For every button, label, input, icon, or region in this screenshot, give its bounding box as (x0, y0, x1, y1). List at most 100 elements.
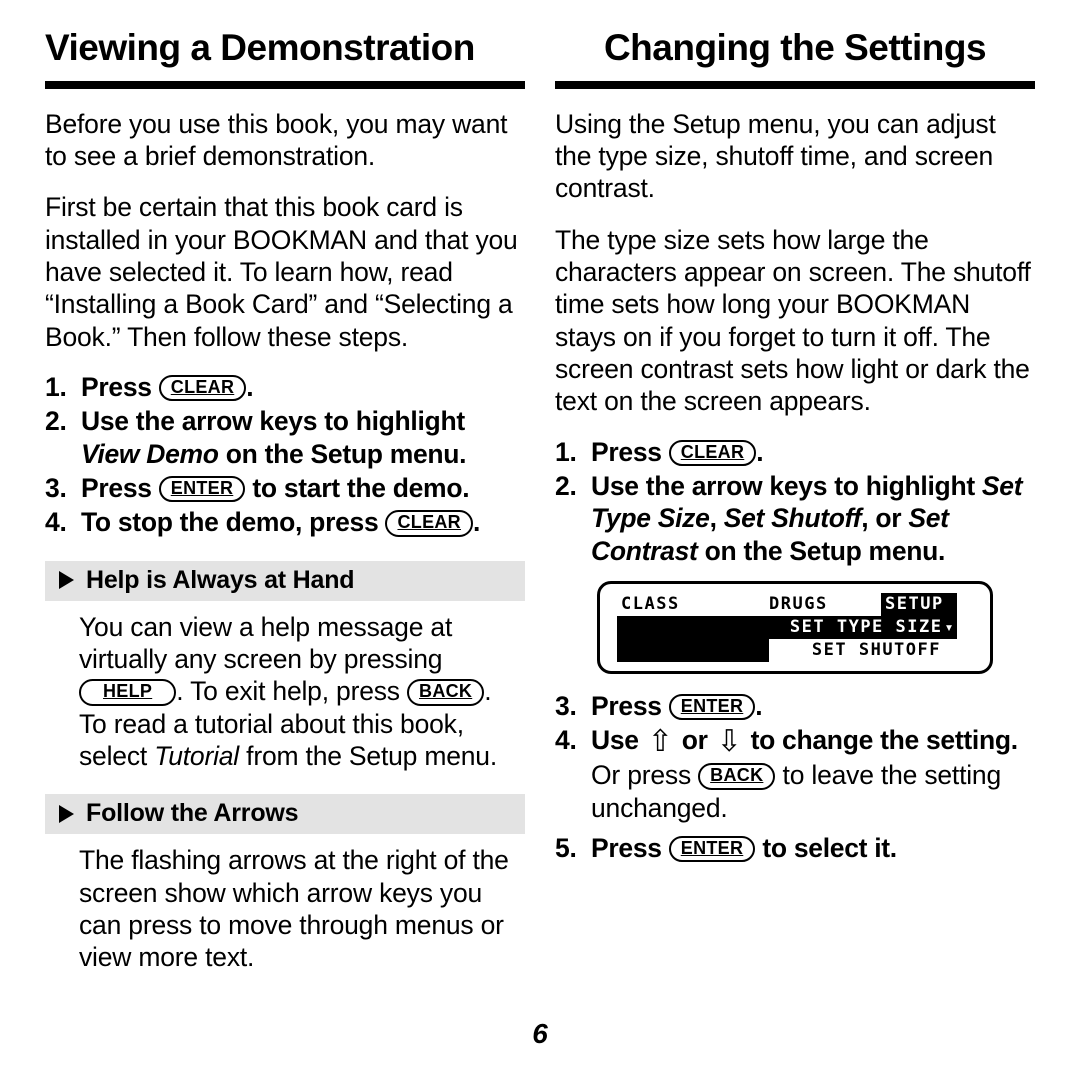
key-clear[interactable]: CLEAR (385, 510, 473, 537)
lcd-menu-item: SET SHUTOFF (769, 638, 957, 662)
lcd-menu-item-highlighted: SET TYPE SIZE ▾ (769, 615, 957, 639)
triangle-bullet-icon (59, 571, 74, 590)
section-body-help: You can view a help message at virtually… (45, 601, 525, 773)
key-label: CLEAR (397, 512, 461, 533)
step-text-post: to start the demo. (245, 472, 470, 503)
text-run: , (709, 503, 724, 534)
step-number: 5. (555, 832, 577, 863)
step-text: Use the arrow keys to highlight (81, 406, 465, 437)
step-number: 3. (45, 472, 67, 503)
section-header-label: Help is Always at Hand (86, 565, 355, 594)
triangle-bullet-icon (59, 804, 74, 823)
section-header-help-is-always-at-hand: Help is Always at Hand (45, 560, 525, 601)
key-label: BACK (710, 765, 764, 786)
section-header-follow-the-arrows: Follow the Arrows (45, 794, 525, 835)
step-text-post: . (756, 436, 764, 467)
lcd-menu-item-label: SET TYPE SIZE (789, 617, 943, 638)
steps-list-left: 1. Press CLEAR. 2. Use the arrow keys to h… (45, 353, 525, 539)
key-label: ENTER (170, 477, 234, 498)
step-item: 1. Press CLEAR. (555, 436, 1035, 468)
step-text: Use (591, 725, 646, 756)
left-column: Viewing a Demonstration Before you use t… (45, 27, 525, 974)
text-run: You can view a help message at virtually… (79, 611, 453, 674)
key-enter[interactable]: ENTER (668, 693, 756, 721)
key-enter[interactable]: ENTER (668, 835, 756, 863)
paragraph-settings-1: Using the Setup menu, you can adjust the… (555, 108, 996, 204)
step-item: 3. Press ENTER to start the demo. (45, 472, 525, 504)
substep-or-press-back: Or press BACK to leave the setting uncha… (555, 759, 1035, 824)
step-text-post: on the Setup menu. (218, 438, 467, 469)
step-text-post: to change the setting. (743, 725, 1019, 756)
section-body-arrows: The flashing arrows at the right of the … (79, 845, 509, 973)
step-item: 4. To stop the demo, press CLEAR. (45, 506, 525, 538)
chevron-down-icon: ▾ (944, 618, 955, 637)
step-text: Press (81, 371, 159, 402)
step-item: 4. Use ⇧ or ⇩ to change the setting. (555, 724, 1035, 757)
steps-list-right-before-lcd: 1. Press CLEAR. 2. Use the arrow keys to h… (555, 418, 1035, 567)
step-item: 1. Press CLEAR. (45, 371, 525, 403)
step-number: 1. (555, 436, 577, 467)
key-clear[interactable]: CLEAR (158, 374, 247, 402)
steps-list-right-final: 5. Press ENTER to select it. (555, 824, 1035, 864)
lcd-menu-row-set-shutoff: SET SHUTOFF (769, 638, 957, 662)
key-label: CLEAR (170, 376, 235, 397)
text-run: or (674, 725, 715, 756)
step-text: Press (591, 832, 669, 863)
step-text: Press (81, 472, 159, 503)
step-text-post: . (755, 690, 763, 721)
key-label: BACK (419, 681, 473, 702)
lcd-menu-row-set-type-size: SET TYPE SIZE ▾ (769, 615, 957, 639)
step-text-post: on the Setup menu. (697, 535, 946, 566)
step-number: 2. (555, 470, 577, 501)
page-title-right: Changing the Settings (603, 27, 987, 68)
step-item: 5. Press ENTER to select it. (555, 832, 1035, 864)
step-text-post: . (246, 371, 254, 402)
step-number: 4. (555, 725, 577, 756)
step-number: 2. (45, 406, 67, 437)
key-back[interactable]: BACK (698, 763, 776, 790)
arrow-down-icon: ⇩ (716, 725, 742, 759)
step-item: 3. Press ENTER. (555, 690, 1035, 722)
step-text: Press (591, 690, 669, 721)
step-text: Use the arrow keys to highlight (591, 470, 982, 501)
step-item: 2. Use the arrow keys to highlight Set Ty… (555, 470, 1035, 567)
key-label: HELP (103, 681, 153, 702)
steps-list-right-after-lcd: 3. Press ENTER. 4. Use ⇧ or ⇩ to change th… (555, 674, 1035, 757)
lcd-tab-bar: CLASS DRUGS SETUP (617, 592, 957, 616)
title-rule-right (555, 80, 1035, 89)
paragraph-intro-1: Before you use this book, you may want t… (45, 108, 508, 172)
text-run: Or press (591, 760, 699, 791)
lcd-pixel-grid: CLASS DRUGS SETUP SET TYPE SIZE ▾ SET SHU… (617, 592, 957, 662)
paragraph-settings-2: The type size sets how large the charact… (555, 224, 1031, 417)
key-label: CLEAR (680, 441, 745, 462)
text-run: from the Setup menu. (239, 740, 497, 771)
text-run: . To exit help, press (176, 676, 408, 707)
page-number: 6 (532, 1018, 548, 1049)
menu-name-set-shutoff: Set Shutoff (723, 503, 862, 534)
key-label: ENTER (680, 837, 744, 858)
title-rule-left (45, 80, 525, 89)
step-number: 1. (45, 371, 67, 402)
menu-name-tutorial: Tutorial (154, 740, 239, 771)
manual-page: Viewing a Demonstration Before you use t… (0, 0, 1080, 1080)
key-enter[interactable]: ENTER (158, 475, 246, 503)
step-text-post: to select it. (755, 832, 897, 863)
right-column: Changing the Settings Using the Setup me… (555, 27, 1035, 864)
key-clear[interactable]: CLEAR (668, 439, 757, 466)
step-text: To stop the demo, press (81, 507, 386, 538)
step-item: 2. Use the arrow keys to highlight View D… (45, 405, 525, 470)
text-run: , or (861, 503, 909, 534)
step-number: 3. (555, 690, 577, 721)
menu-name-view-demo: View Demo (81, 438, 219, 469)
lcd-tab-setup-selected: SETUP (881, 592, 957, 616)
lcd-tab-drugs: DRUGS (769, 592, 881, 616)
arrow-up-icon: ⇧ (647, 725, 673, 759)
step-text-post: . (472, 507, 481, 538)
step-number: 4. (45, 507, 67, 538)
section-header-label: Follow the Arrows (86, 799, 299, 828)
key-back[interactable]: BACK (407, 679, 485, 706)
step-text: Press (591, 436, 669, 467)
lcd-screen-illustration: CLASS DRUGS SETUP SET TYPE SIZE ▾ SET SHU… (597, 580, 993, 674)
key-label: ENTER (680, 695, 744, 716)
key-help[interactable]: HELP (79, 679, 177, 706)
